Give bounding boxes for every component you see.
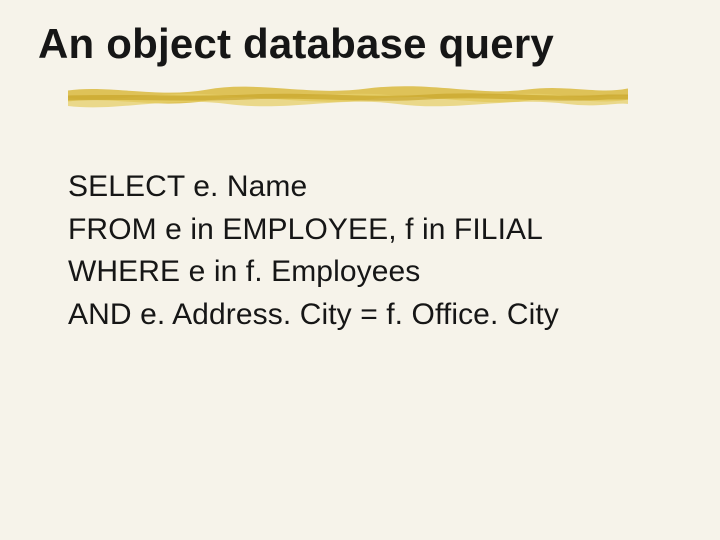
slide-title: An object database query [38,22,682,66]
query-block: SELECT e. Name FROM e in EMPLOYEE, f in … [38,166,682,336]
query-line-select: SELECT e. Name [68,166,682,209]
slide: An object database query SELECT e. Name … [0,0,720,540]
query-line-where: WHERE e in f. Employees [68,251,682,294]
title-underline-decoration [68,78,628,118]
query-line-from: FROM e in EMPLOYEE, f in FILIAL [68,209,682,252]
query-line-and: AND e. Address. City = f. Office. City [68,294,682,337]
